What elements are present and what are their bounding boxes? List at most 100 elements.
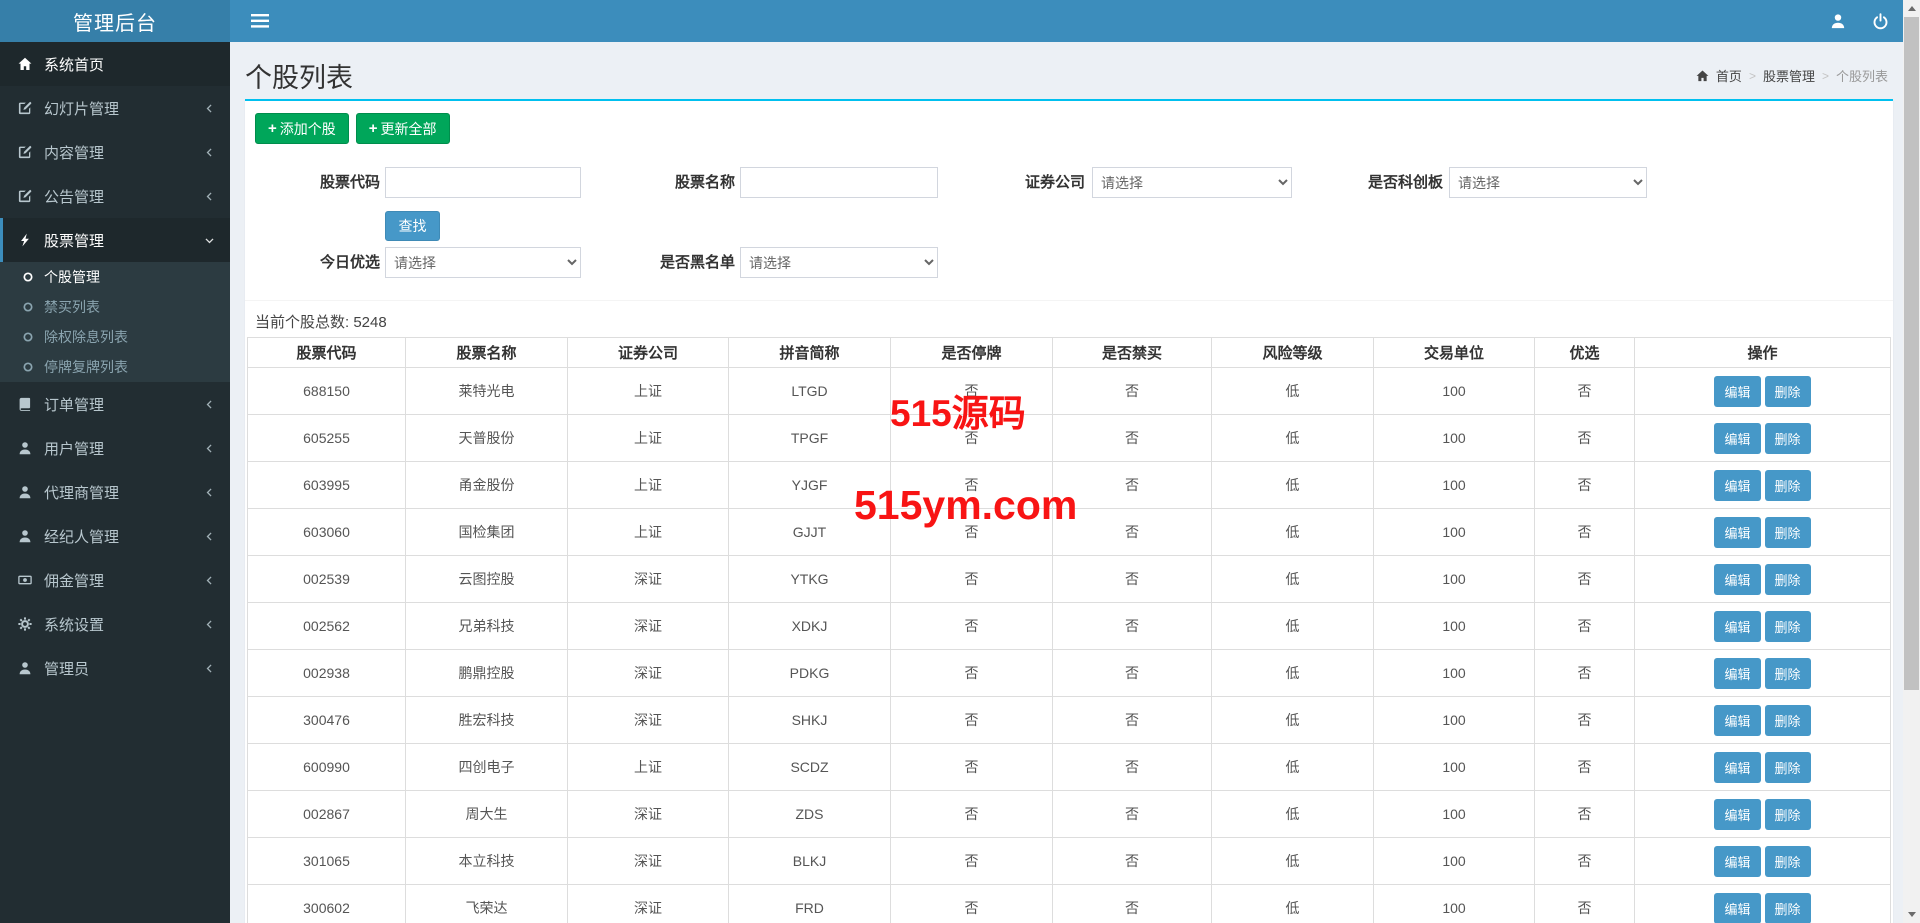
update-all-button[interactable]: +更新全部 (356, 113, 450, 144)
delete-button[interactable]: 删除 (1765, 517, 1811, 548)
table-cell: 低 (1212, 885, 1374, 923)
sidebar-subitem-exright-list[interactable]: 除权除息列表 (0, 322, 230, 352)
edit-button[interactable]: 编辑 (1714, 752, 1760, 783)
breadcrumb-stock-management[interactable]: 股票管理 (1763, 66, 1815, 85)
table-cell: 低 (1212, 650, 1374, 697)
sidebar: 管理后台 系统首页幻灯片管理内容管理公告管理股票管理个股管理禁买列表除权除息列表… (0, 0, 230, 923)
table-cell: 100 (1374, 462, 1535, 509)
blacklist-select[interactable]: 请选择 (740, 247, 938, 278)
sidebar-item-commission[interactable]: 佣金管理 (0, 558, 230, 602)
stock-code-input[interactable] (385, 167, 581, 198)
sidebar-item-stocks[interactable]: 股票管理 (0, 218, 230, 262)
table-cell: 深证 (568, 603, 729, 650)
add-stock-button[interactable]: +添加个股 (255, 113, 349, 144)
column-header: 股票代码 (248, 338, 406, 368)
table-cell: 否 (1535, 415, 1635, 462)
edit-button[interactable]: 编辑 (1714, 423, 1760, 454)
edit-button[interactable]: 编辑 (1714, 470, 1760, 501)
table-cell: 否 (1053, 650, 1212, 697)
table-cell: 否 (1053, 556, 1212, 603)
stock-name-input[interactable] (740, 167, 938, 198)
breadcrumb-home[interactable]: 首页 (1716, 66, 1742, 85)
delete-button[interactable]: 删除 (1765, 611, 1811, 642)
scrollbar-thumb[interactable] (1904, 17, 1919, 690)
sidebar-subitem-suspend-list[interactable]: 停牌复牌列表 (0, 352, 230, 382)
user-icon[interactable] (1830, 13, 1846, 29)
sidebar-item-content[interactable]: 内容管理 (0, 130, 230, 174)
scroll-up-arrow[interactable] (1903, 0, 1920, 17)
table-cell: SHKJ (729, 697, 891, 744)
sidebar-item-orders[interactable]: 订单管理 (0, 382, 230, 426)
edit-button[interactable]: 编辑 (1714, 705, 1760, 736)
edit-button[interactable]: 编辑 (1714, 658, 1760, 689)
sidebar-item-brokers[interactable]: 经纪人管理 (0, 514, 230, 558)
table-cell: 兄弟科技 (406, 603, 568, 650)
delete-button[interactable]: 删除 (1765, 423, 1811, 454)
table-cell: 低 (1212, 838, 1374, 885)
table-cell: 否 (891, 791, 1053, 838)
sidebar-subitem-ban-list[interactable]: 禁买列表 (0, 292, 230, 322)
column-header: 证券公司 (568, 338, 729, 368)
actions-cell: 编辑删除 (1635, 509, 1891, 556)
delete-button[interactable]: 删除 (1765, 376, 1811, 407)
actions-cell: 编辑删除 (1635, 650, 1891, 697)
sidebar-item-home[interactable]: 系统首页 (0, 42, 230, 86)
table-cell: 否 (1535, 556, 1635, 603)
sidebar-subitem-stock-manage[interactable]: 个股管理 (0, 262, 230, 292)
sidebar-item-notice[interactable]: 公告管理 (0, 174, 230, 218)
blacklist-label: 是否黑名单 (575, 247, 735, 278)
table-cell: 否 (1535, 368, 1635, 415)
edit-button[interactable]: 编辑 (1714, 799, 1760, 830)
delete-button[interactable]: 删除 (1765, 752, 1811, 783)
table-cell: 100 (1374, 744, 1535, 791)
delete-button[interactable]: 删除 (1765, 705, 1811, 736)
actions-cell: 编辑删除 (1635, 603, 1891, 650)
table-cell: 飞荣达 (406, 885, 568, 923)
vertical-scrollbar[interactable] (1903, 0, 1920, 923)
breadcrumb-separator: > (1749, 69, 1756, 83)
table-cell: 低 (1212, 509, 1374, 556)
table-cell: 上证 (568, 509, 729, 556)
sidebar-item-slides[interactable]: 幻灯片管理 (0, 86, 230, 130)
column-header: 优选 (1535, 338, 1635, 368)
column-header: 股票名称 (406, 338, 568, 368)
sidebar-item-label: 系统首页 (44, 54, 215, 75)
delete-button[interactable]: 删除 (1765, 658, 1811, 689)
edit-button[interactable]: 编辑 (1714, 611, 1760, 642)
circle-icon (22, 301, 44, 313)
delete-button[interactable]: 删除 (1765, 893, 1811, 923)
hamburger-menu-icon[interactable] (245, 8, 275, 34)
power-icon[interactable] (1872, 13, 1889, 30)
table-cell: PDKG (729, 650, 891, 697)
edit-button[interactable]: 编辑 (1714, 564, 1760, 595)
sidebar-item-agents[interactable]: 代理商管理 (0, 470, 230, 514)
sidebar-item-settings[interactable]: 系统设置 (0, 602, 230, 646)
edit-button[interactable]: 编辑 (1714, 517, 1760, 548)
table-cell: XDKJ (729, 603, 891, 650)
column-header: 是否停牌 (891, 338, 1053, 368)
table-cell: 002867 (248, 791, 406, 838)
actions-cell: 编辑删除 (1635, 556, 1891, 603)
star-market-select[interactable]: 请选择 (1449, 167, 1647, 198)
delete-button[interactable]: 删除 (1765, 470, 1811, 501)
edit-button[interactable]: 编辑 (1714, 376, 1760, 407)
edit-button[interactable]: 编辑 (1714, 893, 1760, 923)
search-button[interactable]: 查找 (385, 211, 440, 241)
sidebar-item-admin[interactable]: 管理员 (0, 646, 230, 690)
scroll-down-arrow[interactable] (1903, 906, 1920, 923)
user-icon (18, 441, 44, 455)
page-title: 个股列表 (245, 56, 353, 95)
sidebar-subitem-label: 禁买列表 (44, 297, 100, 317)
delete-button[interactable]: 删除 (1765, 846, 1811, 877)
table-cell: 100 (1374, 650, 1535, 697)
table-row: 300602飞荣达深证FRD否否低100否编辑删除 (248, 885, 1891, 923)
table-cell: TPGF (729, 415, 891, 462)
edit-button[interactable]: 编辑 (1714, 846, 1760, 877)
delete-button[interactable]: 删除 (1765, 799, 1811, 830)
delete-button[interactable]: 删除 (1765, 564, 1811, 595)
securities-company-select[interactable]: 请选择 (1092, 167, 1292, 198)
sidebar-item-users[interactable]: 用户管理 (0, 426, 230, 470)
sidebar-subitem-label: 除权除息列表 (44, 327, 128, 347)
sidebar-item-label: 股票管理 (44, 230, 204, 251)
today-featured-select[interactable]: 请选择 (385, 247, 581, 278)
